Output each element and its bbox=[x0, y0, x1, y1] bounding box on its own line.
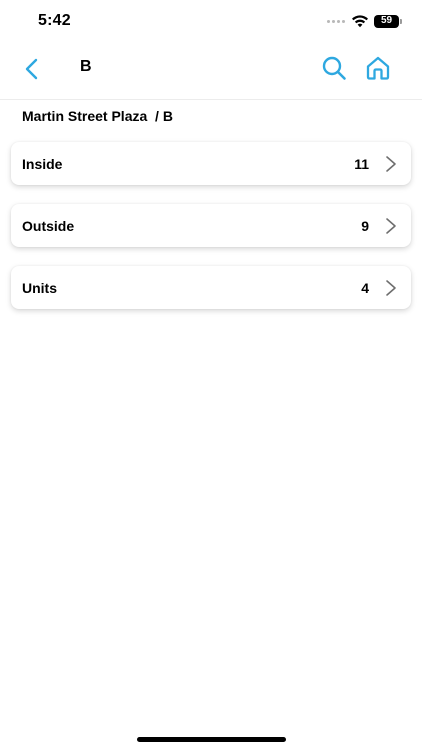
list-item-count: 4 bbox=[361, 279, 369, 296]
search-icon bbox=[322, 56, 346, 80]
screen: 5:42 59 B Martin Street Plaza / B Inside… bbox=[0, 0, 422, 750]
battery-tip bbox=[400, 18, 402, 24]
list-item-label: Units bbox=[22, 279, 57, 296]
status-time: 5:42 bbox=[38, 12, 71, 29]
list-item-label: Inside bbox=[22, 155, 63, 172]
home-icon bbox=[366, 56, 390, 80]
back-button[interactable] bbox=[18, 56, 44, 82]
wifi-icon bbox=[352, 15, 368, 28]
list-item-count: 11 bbox=[354, 155, 369, 172]
cellular-signal-icon bbox=[327, 19, 345, 23]
chevron-left-icon bbox=[25, 58, 38, 80]
list-item-outside[interactable]: Outside 9 bbox=[11, 204, 411, 247]
battery-level: 59 bbox=[380, 15, 393, 26]
list-item-inside[interactable]: Inside 11 bbox=[11, 142, 411, 185]
chevron-right-icon bbox=[386, 280, 396, 296]
list-item-count: 9 bbox=[361, 217, 369, 234]
page-title: B bbox=[80, 58, 92, 75]
chevron-right-icon bbox=[386, 156, 396, 172]
status-bar: 5:42 59 bbox=[0, 0, 422, 44]
chevron-right-icon bbox=[386, 218, 396, 234]
status-indicators: 59 bbox=[327, 13, 402, 29]
navigation-bar: B bbox=[0, 44, 422, 100]
home-indicator[interactable] bbox=[137, 737, 286, 742]
breadcrumb: Martin Street Plaza / B bbox=[22, 108, 173, 124]
search-button[interactable] bbox=[320, 54, 348, 82]
battery-icon: 59 bbox=[374, 14, 399, 28]
list-item-label: Outside bbox=[22, 217, 75, 234]
category-list: Inside 11 Outside 9 Units 4 bbox=[11, 142, 411, 328]
list-item-units[interactable]: Units 4 bbox=[11, 266, 411, 309]
home-button[interactable] bbox=[364, 54, 392, 82]
